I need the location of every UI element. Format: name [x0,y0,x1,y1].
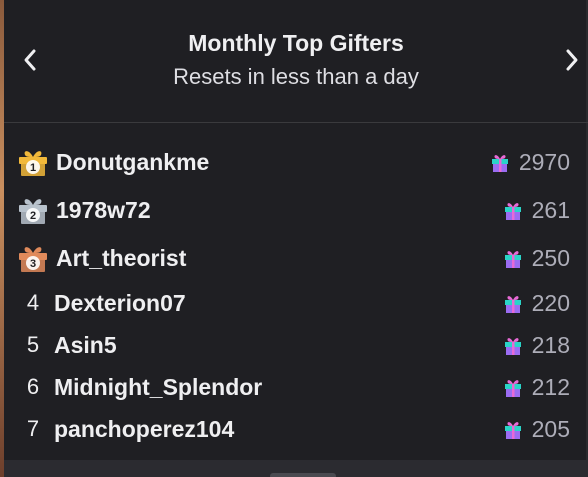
rank-number: 4 [26,290,40,315]
gift-icon [504,422,521,439]
gifter-row[interactable]: 4 Dexterion07 220 [4,282,588,324]
gifter-row[interactable]: 6 Midnight_Splendor 212 [4,366,588,408]
gift-icon [504,338,521,355]
gifter-row[interactable]: 5 Asin5 218 [4,324,588,366]
chevron-right-icon [566,49,578,71]
rank-3-badge-icon: 3 [19,247,47,272]
gift-count-value: 220 [531,289,570,316]
gift-count: 250 [502,245,570,272]
gifter-name[interactable]: Dexterion07 [54,290,186,317]
gift-count: 212 [502,374,570,401]
gift-count-value: 205 [531,415,570,442]
gift-count-value: 2970 [518,148,570,175]
gifter-row[interactable]: 2 1978w72 261 [4,186,588,234]
gift-count: 205 [502,416,570,443]
leaderboard-title: Monthly Top Gifters [188,30,404,56]
reset-countdown: Resets in less than a day [173,64,419,89]
gifter-row[interactable]: 3 Art_theorist 250 [4,234,588,282]
top-gifters-panel: Monthly Top Gifters Resets in less than … [0,0,588,477]
gifter-name[interactable]: Midnight_Splendor [54,374,262,401]
gifter-name[interactable]: Donutgankme [56,149,209,176]
gifter-row[interactable]: 1 Donutgankme 2970 [4,138,588,186]
scroll-handle[interactable] [270,473,336,477]
gift-icon [491,155,508,172]
gift-count-value: 261 [531,196,570,223]
gifter-list: 1 Donutgankme 2970 2 1978w72 261 3 Art_theorist… [4,138,588,450]
gift-count: 2970 [489,149,570,176]
rank-badge-number: 1 [30,162,36,174]
gifter-row[interactable]: 7 panchoperez104 205 [4,408,588,450]
gifter-name[interactable]: Asin5 [54,332,117,359]
rank-1-badge-icon: 1 [19,151,47,176]
gifter-name[interactable]: 1978w72 [56,197,151,224]
gift-count-value: 212 [531,373,570,400]
gift-count-value: 250 [531,244,570,271]
gift-count: 218 [502,332,570,359]
gift-count: 261 [502,197,570,224]
gift-count-value: 218 [531,331,570,358]
gift-count: 220 [502,290,570,317]
gift-icon [504,380,521,397]
rank-badge-number: 2 [30,210,36,222]
rank-number: 6 [26,374,40,399]
rank-number: 5 [26,332,40,357]
gifter-name[interactable]: Art_theorist [56,245,186,272]
gifter-name[interactable]: panchoperez104 [54,416,234,443]
gift-icon [504,203,521,220]
rank-number: 7 [26,416,40,441]
next-button[interactable] [558,44,586,76]
rank-2-badge-icon: 2 [19,199,47,224]
gift-icon [504,251,521,268]
gift-icon [504,296,521,313]
leaderboard-header: Monthly Top Gifters Resets in less than … [4,0,588,123]
rank-badge-number: 3 [30,258,36,270]
